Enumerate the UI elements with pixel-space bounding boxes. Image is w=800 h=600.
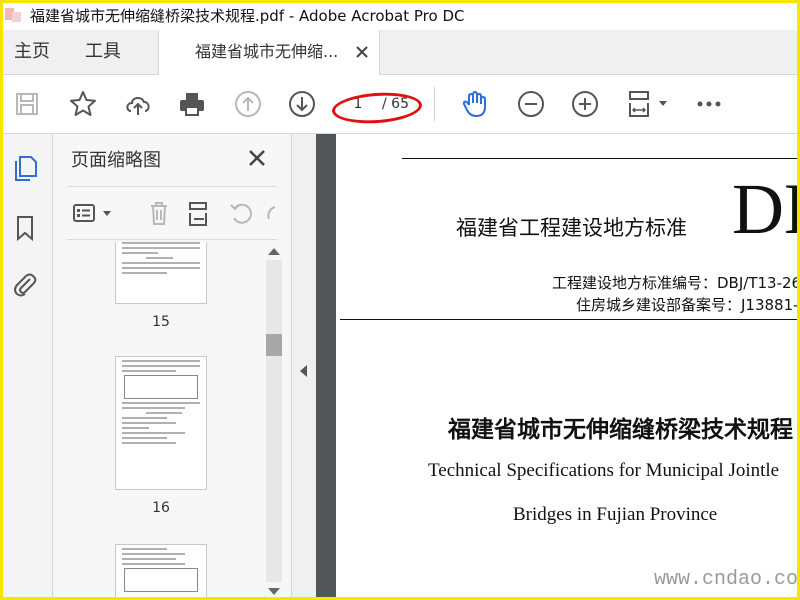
record-number-line: 住房城乡建设部备案号：J13881-2 <box>576 296 800 314</box>
scroll-down-icon[interactable] <box>268 588 280 595</box>
scrollbar-track[interactable] <box>266 260 282 582</box>
zoom-in-icon <box>572 91 598 117</box>
next-page-button[interactable] <box>287 89 317 119</box>
scrollbar-thumb[interactable] <box>266 334 282 356</box>
tab-document-label: 福建省城市无伸缩... <box>195 42 339 61</box>
bookmark-icon[interactable] <box>11 214 39 242</box>
thumbnail-page-number: 16 <box>152 500 170 516</box>
more-icon <box>697 101 721 107</box>
print-button[interactable] <box>177 89 207 119</box>
fit-page-icon <box>629 91 649 117</box>
title-bar: 福建省城市无伸缩缝桥梁技术规程.pdf - Adobe Acrobat Pro … <box>0 0 800 30</box>
standard-number-line: 工程建设地方标准编号：DBJ/T13-265 <box>552 274 800 292</box>
document-title-en-line1: Technical Specifications for Municipal J… <box>428 460 780 481</box>
collapse-panel-icon[interactable] <box>300 365 307 377</box>
chevron-down-icon[interactable] <box>659 101 667 106</box>
main-toolbar: 1 / 65 <box>0 75 800 134</box>
rotate-right-icon[interactable] <box>263 199 277 227</box>
page-up-icon <box>235 91 261 117</box>
zoom-out-icon <box>518 91 544 117</box>
thumbnail-page-number: 15 <box>152 314 170 330</box>
tab-bar: 主页 工具 福建省城市无伸缩... <box>0 30 800 75</box>
watermark-text: www.cndao.com <box>654 568 800 591</box>
print-icon <box>180 93 204 116</box>
hand-tool-button[interactable] <box>460 89 490 119</box>
thumbnail-toolbar <box>67 186 277 240</box>
toolbar-divider <box>434 87 435 121</box>
header-rule <box>402 158 800 159</box>
window-title: 福建省城市无伸缩缝桥梁技术规程.pdf - Adobe Acrobat Pro … <box>30 7 465 25</box>
page-thumbnails-panel: 页面缩略图 15 16 <box>53 134 291 600</box>
pdf-page: 福建省工程建设地方标准 DB 工程建设地方标准编号：DBJ/T13-265 住房… <box>336 134 800 600</box>
page-down-icon <box>289 91 315 117</box>
more-tools-button[interactable] <box>694 89 724 119</box>
tab-home[interactable]: 主页 <box>14 30 50 74</box>
star-icon <box>70 91 96 116</box>
tab-document[interactable]: 福建省城市无伸缩... <box>158 30 380 75</box>
thumbnail-page-16[interactable] <box>115 356 207 490</box>
close-tab-icon[interactable] <box>353 43 371 61</box>
document-view[interactable]: 福建省工程建设地方标准 DB 工程建设地方标准编号：DBJ/T13-265 住房… <box>316 134 800 600</box>
panel-title: 页面缩略图 <box>71 150 161 171</box>
page-thumbnails-icon[interactable] <box>11 154 39 182</box>
options-chevron-down-icon[interactable] <box>103 211 111 216</box>
tab-tools[interactable]: 工具 <box>85 30 121 74</box>
options-list-icon[interactable] <box>71 199 99 227</box>
thumbnail-list: 15 16 <box>53 242 263 600</box>
cloud-upload-icon <box>126 97 150 115</box>
thumbnail-scrollbar[interactable] <box>264 242 284 600</box>
db-code-large: DB <box>732 169 800 249</box>
close-panel-icon[interactable] <box>247 148 267 168</box>
upload-button[interactable] <box>123 89 153 119</box>
navigation-rail <box>0 134 53 600</box>
document-title-en-line2: Bridges in Fujian Province <box>513 504 718 525</box>
zoom-out-button[interactable] <box>516 89 546 119</box>
thumbnail-page-next[interactable] <box>115 544 207 600</box>
document-title-cn: 福建省城市无伸缩缝桥梁技术规程 <box>448 417 793 443</box>
thumbnail-page-15[interactable] <box>115 242 207 304</box>
scroll-up-icon[interactable] <box>268 248 280 255</box>
hand-icon <box>462 91 486 117</box>
previous-page-button[interactable] <box>233 89 263 119</box>
attachment-icon[interactable] <box>11 270 39 298</box>
standard-label: 福建省工程建设地方标准 <box>456 216 687 240</box>
trash-icon[interactable] <box>145 199 173 227</box>
zoom-in-button[interactable] <box>570 89 600 119</box>
middle-rule <box>340 319 800 320</box>
app-logo-icon <box>5 8 21 22</box>
rotate-left-icon[interactable] <box>227 199 255 227</box>
extract-pages-icon[interactable] <box>185 199 213 227</box>
fit-page-button[interactable] <box>624 89 654 119</box>
save-button[interactable] <box>12 89 42 119</box>
save-icon <box>16 93 38 115</box>
panel-splitter[interactable] <box>291 134 316 600</box>
bookmark-star-button[interactable] <box>68 89 98 119</box>
